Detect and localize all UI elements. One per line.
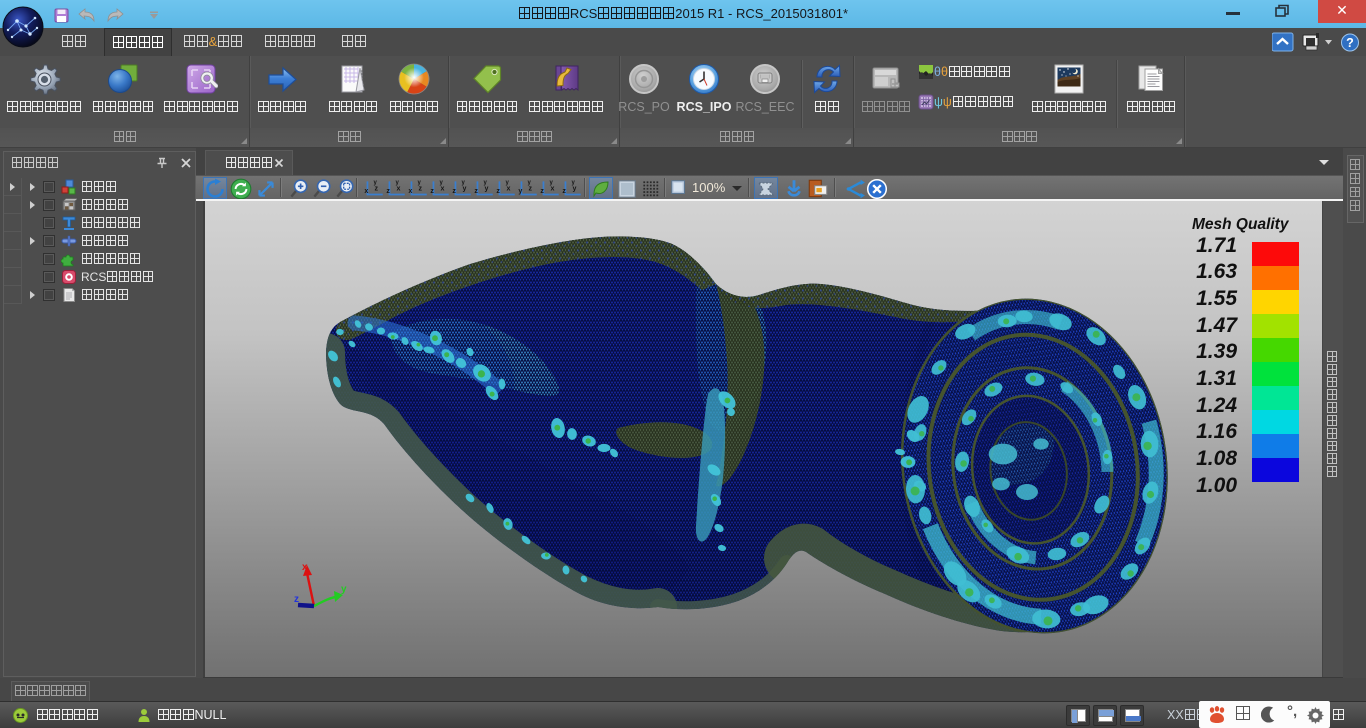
svg-text:y: y (341, 584, 347, 595)
svg-text:z: z (474, 187, 478, 195)
svg-text:z: z (496, 187, 500, 195)
svg-text:x: x (302, 562, 308, 573)
svg-text:z: z (386, 187, 390, 195)
svg-text:y: y (518, 187, 522, 195)
svg-text:z: z (562, 187, 566, 195)
svg-text:x: x (364, 187, 368, 195)
svg-text:z: z (452, 187, 456, 195)
svg-text:?: ? (1346, 36, 1354, 50)
svg-text:z: z (540, 187, 544, 195)
svg-text:z: z (430, 187, 434, 195)
svg-text:x: x (408, 187, 412, 195)
svg-text:z: z (294, 594, 299, 605)
